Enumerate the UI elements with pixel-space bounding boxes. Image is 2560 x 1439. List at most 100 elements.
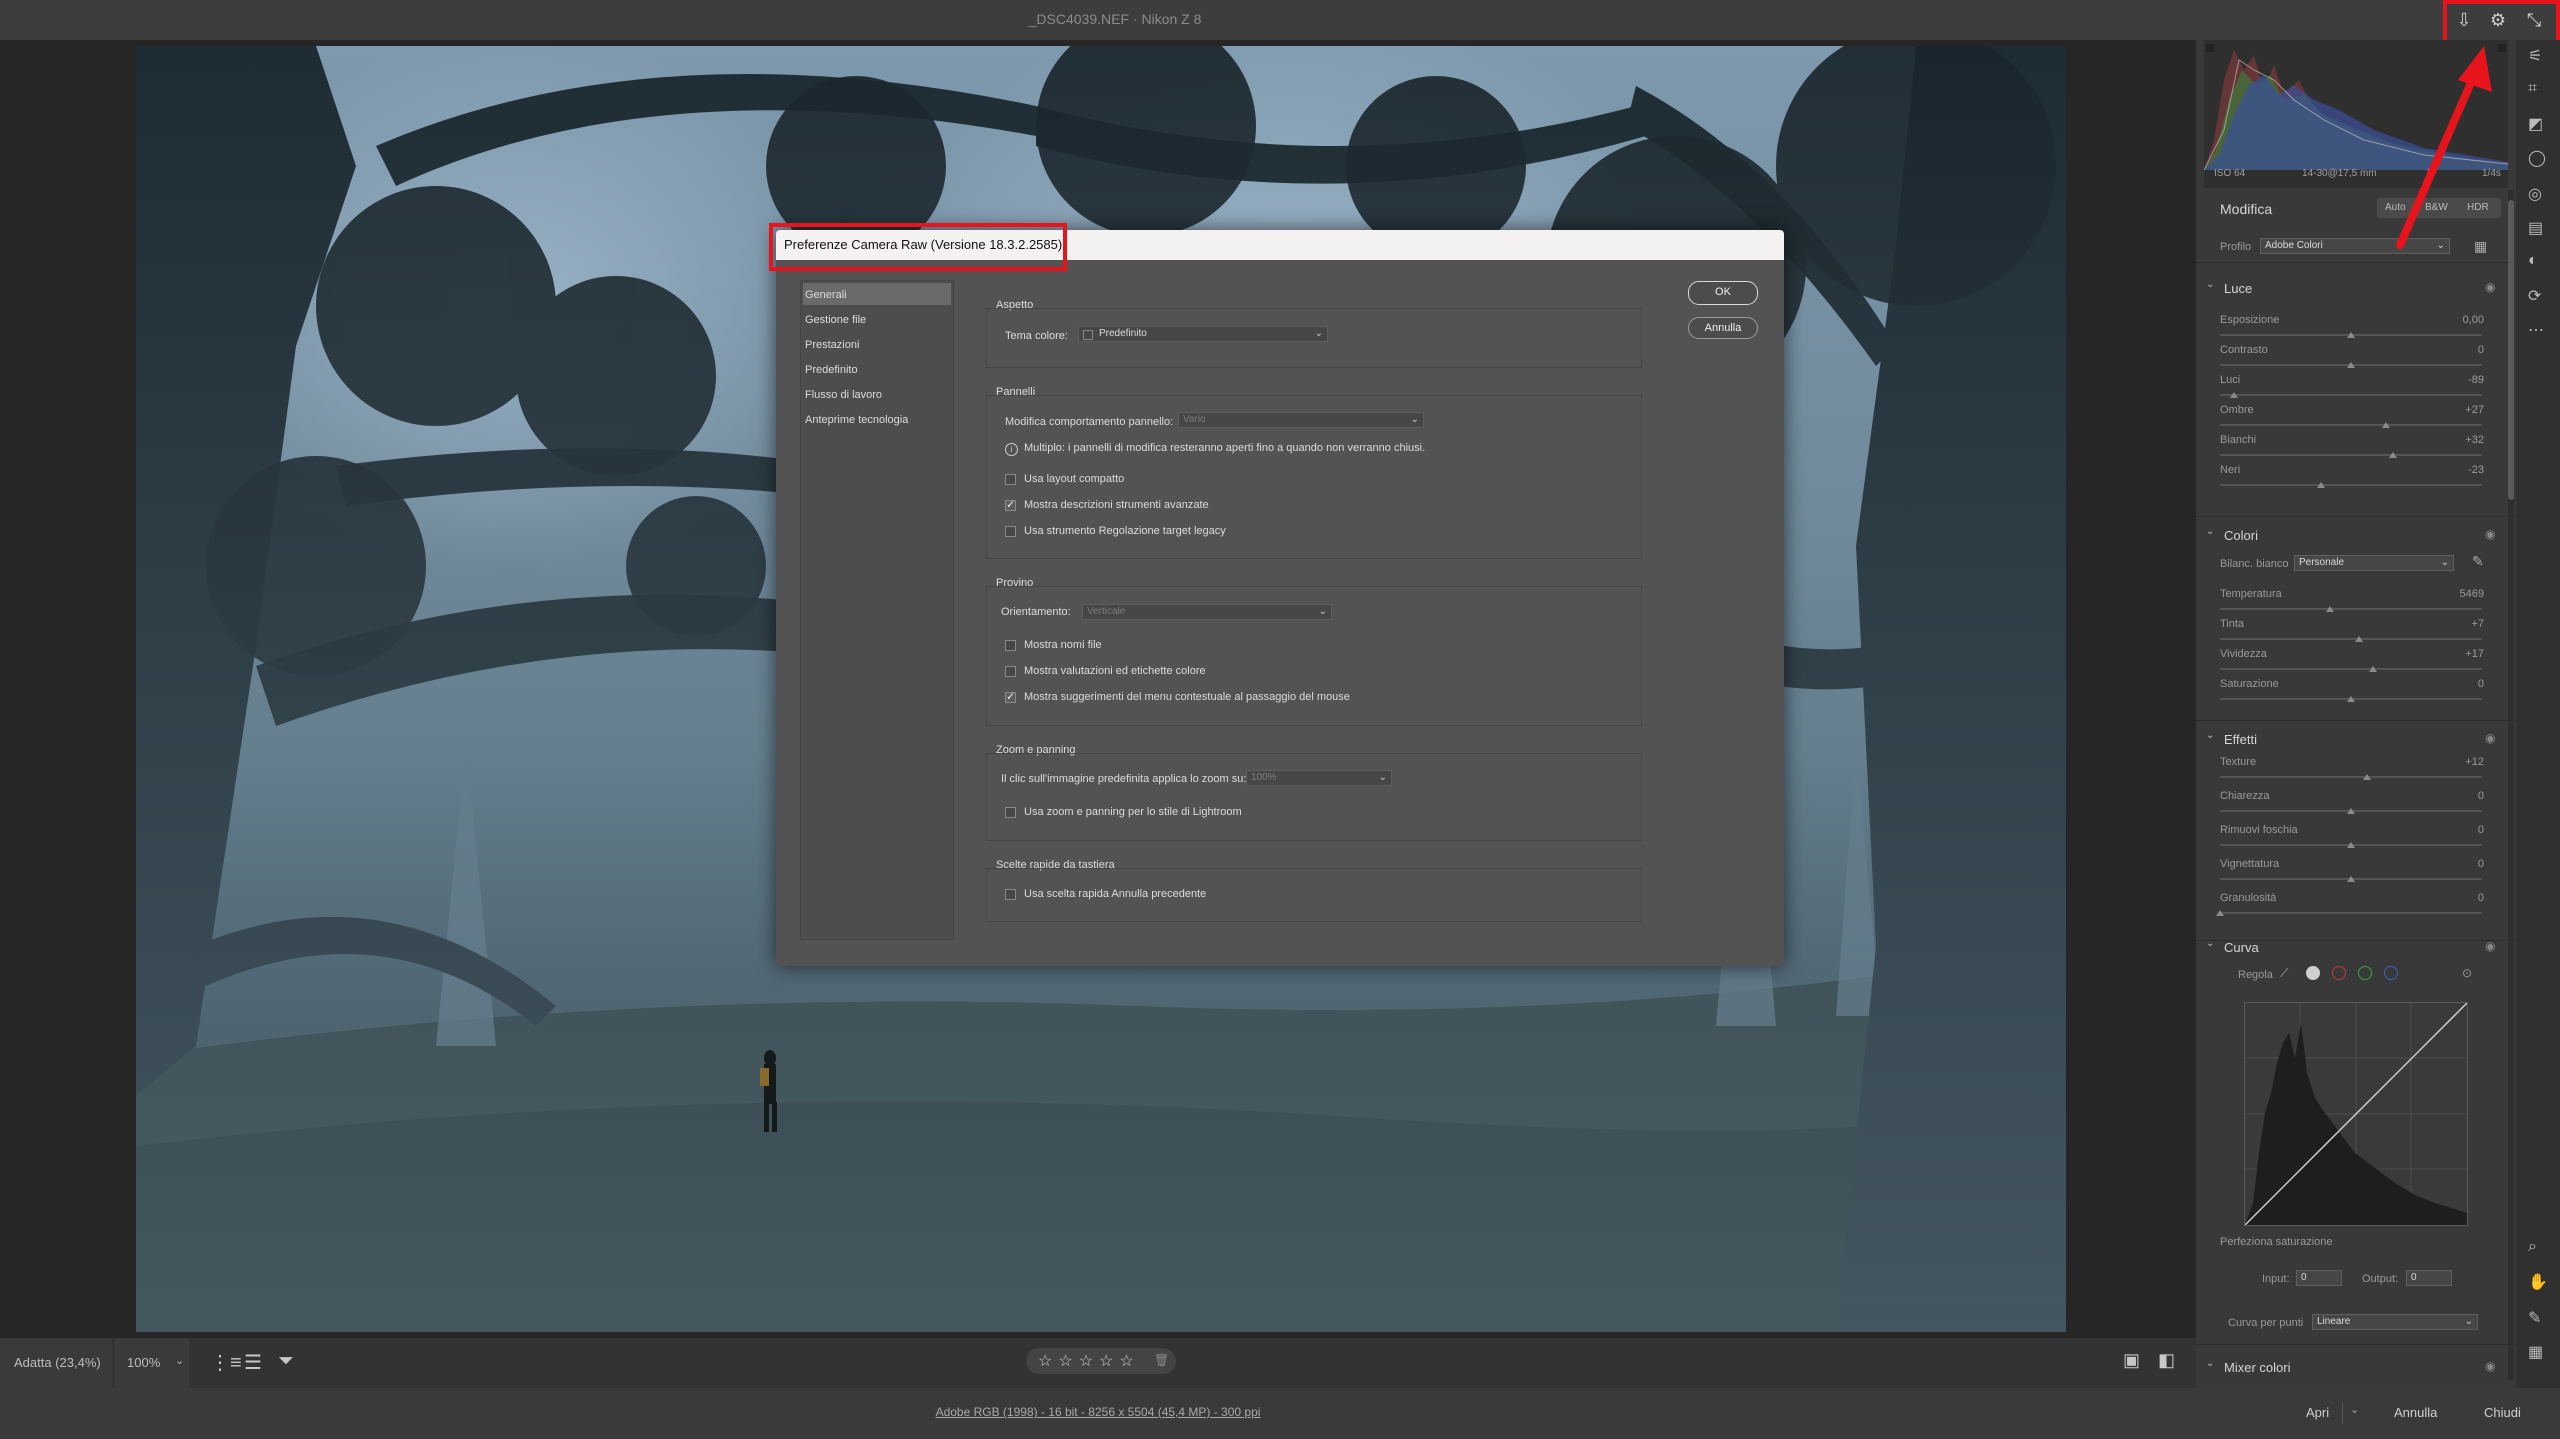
scrollbar-thumb[interactable] — [2508, 200, 2514, 500]
slider-value[interactable]: 0 — [2436, 858, 2484, 870]
star-icon[interactable]: ☆ — [1119, 1353, 1139, 1370]
eye-icon[interactable]: ◉ — [2485, 1359, 2495, 1373]
slider-row[interactable]: Granulosità 0 — [2196, 892, 2508, 926]
filmstrip-icon[interactable]: ⋮≡ — [210, 1350, 242, 1375]
slider-value[interactable]: -89 — [2436, 374, 2484, 386]
slider-thumb[interactable] — [2388, 452, 2397, 458]
grid-icon[interactable]: ▦ — [2528, 1342, 2543, 1362]
hand-icon[interactable]: ✋ — [2528, 1272, 2548, 1292]
slider-track[interactable] — [2220, 638, 2482, 640]
slider-track[interactable] — [2220, 776, 2482, 778]
context-hints-checkbox[interactable] — [1005, 690, 1016, 703]
slider-thumb[interactable] — [2347, 696, 2355, 702]
slider-track[interactable] — [2220, 668, 2482, 670]
light-section-title[interactable]: Luce — [2224, 281, 2252, 296]
slider-value[interactable]: -23 — [2436, 464, 2484, 476]
trash-icon[interactable]: 🗑 — [1154, 1353, 1169, 1367]
nav-item-prestazioni[interactable]: Prestazioni — [805, 339, 859, 351]
nav-item-generali[interactable]: Generali — [805, 289, 847, 301]
slider-row[interactable]: Temperatura 5469 — [2196, 588, 2508, 618]
slider-row[interactable]: Contrasto 0 — [2196, 344, 2508, 374]
slider-thumb[interactable] — [2316, 482, 2325, 488]
shadow-clip-icon[interactable] — [2206, 44, 2214, 52]
chevron-down-icon[interactable]: ⌄ — [2206, 730, 2214, 741]
open-button[interactable]: Apri — [2306, 1405, 2329, 1420]
slider-value[interactable]: 0 — [2436, 344, 2484, 356]
slider-value[interactable]: 0 — [2436, 824, 2484, 836]
slider-track[interactable] — [2220, 608, 2482, 610]
slider-thumb[interactable] — [2326, 606, 2335, 612]
target-adjust-icon[interactable]: ⊙ — [2462, 966, 2472, 980]
panel-scrollbar[interactable] — [2508, 190, 2514, 1380]
eye-icon[interactable]: ◉ — [2485, 731, 2495, 745]
slider-value[interactable]: +27 — [2436, 404, 2484, 416]
filter-icon[interactable]: ⏷ — [278, 1350, 294, 1373]
slider-thumb[interactable] — [2347, 842, 2355, 848]
slider-row[interactable]: Vividezza +17 — [2196, 648, 2508, 678]
red-eye-icon[interactable]: ◎ — [2528, 184, 2542, 204]
eye-icon[interactable]: ◉ — [2485, 280, 2495, 294]
slider-value[interactable]: 0 — [2436, 678, 2484, 690]
close-button[interactable]: Chiudi — [2484, 1405, 2521, 1420]
slider-value[interactable]: 0,00 — [2436, 314, 2484, 326]
slider-thumb[interactable] — [2347, 808, 2355, 814]
lightroom-zoom-checkbox[interactable] — [1005, 807, 1016, 818]
slider-value[interactable]: +7 — [2436, 618, 2484, 630]
zoom-fit-button[interactable]: Adatta (23,4%) — [0, 1338, 112, 1388]
slider-row[interactable]: Chiarezza 0 — [2196, 790, 2508, 824]
green-channel-icon[interactable] — [2358, 966, 2372, 980]
slider-row[interactable]: Neri -23 — [2196, 464, 2508, 494]
effects-section-title[interactable]: Effetti — [2224, 732, 2257, 747]
slider-value[interactable]: +17 — [2436, 648, 2484, 660]
dialog-cancel-button[interactable]: Annulla — [1688, 317, 1758, 339]
parametric-curve-icon[interactable]: ⟋ — [2280, 966, 2288, 981]
input-field[interactable]: 0 — [2296, 1270, 2342, 1286]
zoom-100-button[interactable]: 100% ⌄ — [115, 1338, 189, 1388]
star-icon[interactable]: ☆ — [1038, 1353, 1058, 1370]
slider-row[interactable]: Vignettatura 0 — [2196, 858, 2508, 892]
image-info-link[interactable]: Adobe RGB (1998) - 16 bit - 8256 x 5504 … — [0, 1405, 2196, 1419]
slider-thumb[interactable] — [2347, 876, 2355, 882]
slider-value[interactable]: +32 — [2436, 434, 2484, 446]
eye-icon[interactable]: ◉ — [2485, 939, 2495, 953]
show-filenames-checkbox[interactable] — [1005, 640, 1016, 651]
nav-item-flusso-di-lavoro[interactable]: Flusso di lavoro — [805, 389, 882, 401]
slider-track[interactable] — [2220, 454, 2482, 456]
sort-icon[interactable]: ☰ — [244, 1350, 262, 1375]
wb-select[interactable]: Personale ⌄ — [2294, 555, 2454, 571]
snapshots-icon[interactable]: ▤ — [2528, 218, 2543, 238]
ok-button[interactable]: OK — [1688, 281, 1758, 305]
edit-sliders-icon[interactable]: ⚟ — [2528, 46, 2542, 66]
panel-behavior-select[interactable]: Vario ⌄ — [1178, 412, 1424, 428]
slider-thumb[interactable] — [2382, 422, 2391, 428]
presets-icon[interactable]: ◐ — [2528, 252, 2538, 270]
single-view-icon[interactable]: ▣ — [2123, 1350, 2140, 1371]
color-section-title[interactable]: Colori — [2224, 528, 2258, 543]
slider-row[interactable]: Rimuovi foschia 0 — [2196, 824, 2508, 858]
cancel-button[interactable]: Annulla — [2394, 1405, 2437, 1420]
eyedropper-icon[interactable]: ✎ — [2472, 553, 2484, 570]
tone-curve-graph[interactable] — [2244, 1002, 2468, 1226]
more-icon[interactable]: ⋯ — [2528, 320, 2544, 340]
nav-item-predefinito[interactable]: Predefinito — [805, 364, 858, 376]
star-icon[interactable]: ☆ — [1099, 1353, 1119, 1370]
slider-track[interactable] — [2220, 394, 2482, 396]
star-rating[interactable]: ☆☆☆☆☆ — [1038, 1351, 1140, 1371]
slider-row[interactable]: Saturazione 0 — [2196, 678, 2508, 708]
output-field[interactable]: 0 — [2406, 1270, 2452, 1286]
show-ratings-checkbox[interactable] — [1005, 666, 1016, 677]
before-after-icon[interactable]: ◧ — [2158, 1350, 2175, 1371]
slider-row[interactable]: Tinta +7 — [2196, 618, 2508, 648]
slider-value[interactable]: 0 — [2436, 790, 2484, 802]
slider-row[interactable]: Luci -89 — [2196, 374, 2508, 404]
eye-icon[interactable]: ◉ — [2485, 527, 2495, 541]
legacy-target-checkbox[interactable] — [1005, 526, 1016, 537]
orientation-select[interactable]: Verticale ⌄ — [1082, 604, 1332, 620]
eraser-icon[interactable]: ◩ — [2528, 114, 2543, 134]
slider-thumb[interactable] — [2354, 636, 2363, 642]
slider-track[interactable] — [2220, 484, 2482, 486]
nav-item-anteprime-tecnologia[interactable]: Anteprime tecnologia — [805, 414, 908, 426]
chevron-down-icon[interactable]: ⌄ — [2206, 279, 2214, 290]
point-curve-select[interactable]: Lineare ⌄ — [2312, 1314, 2478, 1330]
blue-channel-icon[interactable] — [2384, 966, 2398, 980]
